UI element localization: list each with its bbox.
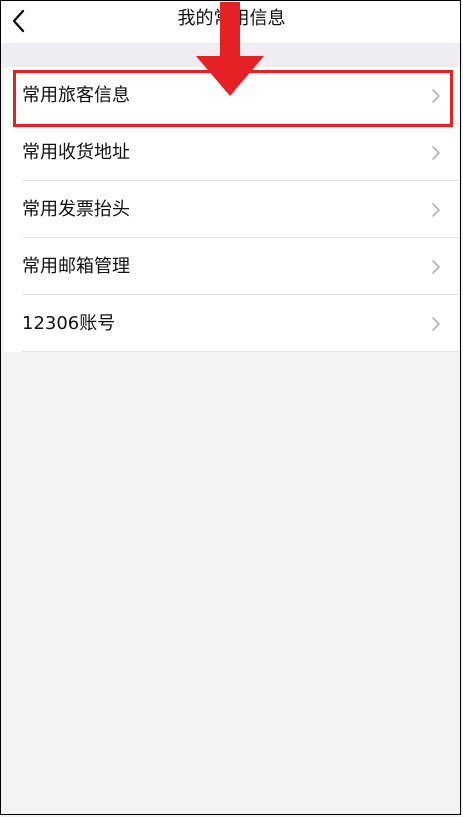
menu-item-label: 常用发票抬头 [22,199,130,220]
menu-item-shipping-addresses[interactable]: 常用收货地址 [4,124,459,181]
menu-item-label: 12306账号 [22,313,116,334]
chevron-right-icon [431,202,441,218]
chevron-right-icon [431,316,441,332]
menu-item-email-management[interactable]: 常用邮箱管理 [4,238,459,295]
menu-item-12306-account[interactable]: 12306账号 [4,295,459,352]
menu-item-label: 常用邮箱管理 [22,256,130,277]
menu-item-frequent-passengers[interactable]: 常用旅客信息 [4,67,459,124]
chevron-right-icon [431,88,441,104]
info-menu-list: 常用旅客信息 常用收货地址 常用发票抬头 常用邮箱管理 12306账号 [4,67,459,352]
menu-item-invoice-titles[interactable]: 常用发票抬头 [4,181,459,238]
menu-item-label: 常用旅客信息 [22,85,130,106]
chevron-right-icon [431,259,441,275]
row-divider [22,351,459,352]
menu-item-label: 常用收货地址 [22,142,130,163]
navigation-bar: 我的常用信息 [0,0,463,43]
chevron-right-icon [431,145,441,161]
section-gap [0,43,463,67]
page-title: 我的常用信息 [177,8,286,29]
